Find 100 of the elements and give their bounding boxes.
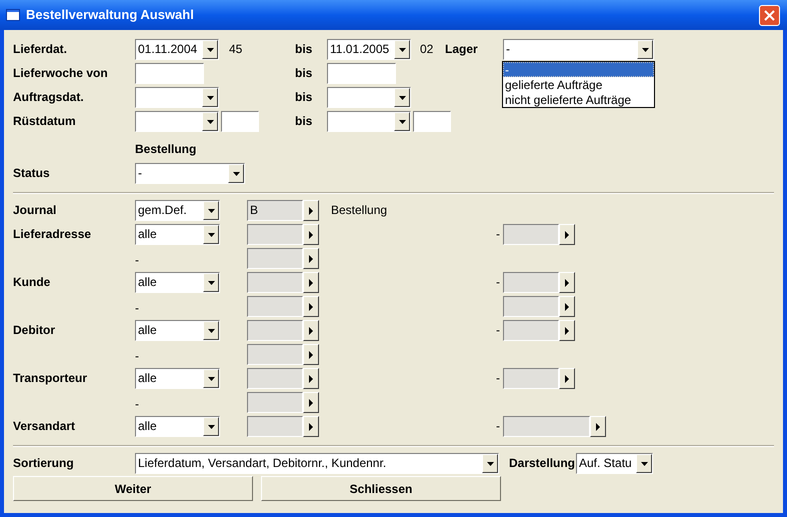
lookup-field[interactable] <box>503 320 559 341</box>
lookup-field[interactable] <box>247 392 303 413</box>
lookup-field[interactable] <box>247 296 303 317</box>
lookup-field[interactable] <box>247 224 303 245</box>
input-field[interactable] <box>327 63 396 84</box>
filter-dropdown[interactable]: alle <box>135 368 220 389</box>
lookup-button[interactable] <box>303 392 319 413</box>
dropdown-arrow-button[interactable] <box>203 321 219 340</box>
dropdown-option[interactable]: nicht gelieferte Aufträge <box>503 92 654 107</box>
lookup-field[interactable] <box>503 296 559 317</box>
lookup-field[interactable] <box>503 272 559 293</box>
date-dropdown[interactable] <box>327 87 411 108</box>
window-title: Bestellverwaltung Auswahl <box>26 6 194 24</box>
dropdown-option[interactable]: gelieferte Aufträge <box>503 77 654 92</box>
filter-dropdown[interactable]: gem.Def. <box>135 200 220 221</box>
lookup-field[interactable] <box>247 368 303 389</box>
warehouse-dropdown[interactable]: - <box>503 39 654 60</box>
lookup-button[interactable] <box>303 416 319 437</box>
caret-icon <box>309 302 313 310</box>
lookup-field[interactable] <box>247 344 303 365</box>
input-field[interactable] <box>135 63 204 84</box>
input-field[interactable] <box>221 111 259 132</box>
close-button[interactable] <box>759 4 780 26</box>
field-label: Rüstdatum <box>13 113 77 130</box>
lookup-field[interactable] <box>247 320 303 341</box>
dropdown-arrow-button[interactable] <box>202 88 218 107</box>
action-button[interactable]: Schliessen <box>261 476 501 501</box>
date-dropdown[interactable]: 11.01.2005 <box>327 39 411 60</box>
filter-dropdown[interactable]: alle <box>135 416 220 437</box>
lookup-button[interactable] <box>303 296 319 317</box>
range-dash: - <box>135 397 139 411</box>
lookup-button[interactable] <box>303 248 319 269</box>
dropdown-arrow-button[interactable] <box>637 40 653 59</box>
input-field[interactable] <box>413 111 451 132</box>
lookup-field[interactable] <box>247 248 303 269</box>
section-heading: Bestellung <box>135 141 196 158</box>
lookup-description: Bestellung <box>331 203 388 217</box>
filter-dropdown[interactable]: alle <box>135 224 220 245</box>
caret-icon <box>309 278 313 286</box>
lookup-button[interactable] <box>590 416 606 437</box>
lookup-button[interactable] <box>559 272 575 293</box>
date-dropdown[interactable]: 01.11.2004 <box>135 39 219 60</box>
field-label: Sortierung <box>13 455 75 472</box>
dropdown-arrow-button[interactable] <box>203 273 219 292</box>
field-label: Lieferwoche von <box>13 65 109 82</box>
date-dropdown[interactable] <box>135 111 219 132</box>
filter-dropdown[interactable]: alle <box>135 272 220 293</box>
caret-icon <box>208 208 214 212</box>
lookup-field[interactable] <box>247 272 303 293</box>
dropdown-arrow-button[interactable] <box>482 454 498 473</box>
date-dropdown[interactable] <box>327 111 411 132</box>
dropdown-arrow-button[interactable] <box>203 225 219 244</box>
dropdown-arrow-button[interactable] <box>394 40 410 59</box>
caret-icon <box>565 278 569 286</box>
dropdown-arrow-button[interactable] <box>228 164 244 183</box>
lookup-button[interactable] <box>559 368 575 389</box>
lookup-button[interactable] <box>559 320 575 341</box>
lookup-field[interactable] <box>503 224 559 245</box>
lookup-button[interactable] <box>303 320 319 341</box>
lookup-field[interactable] <box>503 368 559 389</box>
dropdown-arrow-button[interactable] <box>203 369 219 388</box>
dropdown-arrow-button[interactable] <box>394 112 410 131</box>
dropdown-option[interactable]: - <box>503 62 654 77</box>
date-dropdown[interactable] <box>135 87 219 108</box>
lookup-button[interactable] <box>559 296 575 317</box>
filter-dropdown[interactable]: alle <box>135 320 220 341</box>
dropdown-arrow-button[interactable] <box>202 112 218 131</box>
caret-icon <box>565 230 569 238</box>
lookup-field[interactable]: B <box>247 200 303 221</box>
dropdown-arrow-button[interactable] <box>202 40 218 59</box>
lookup-field[interactable] <box>247 416 303 437</box>
dropdown-arrow-button[interactable] <box>636 454 652 473</box>
caret-icon <box>486 462 494 466</box>
range-dash: - <box>135 349 139 363</box>
lookup-button[interactable] <box>303 224 319 245</box>
action-button[interactable]: Weiter <box>13 476 253 501</box>
caret-icon <box>309 206 313 214</box>
field-label: Transporteur <box>13 370 88 387</box>
caret-icon <box>309 422 313 430</box>
caret-icon <box>208 328 214 332</box>
dropdown-arrow-button[interactable] <box>394 88 410 107</box>
caret-icon <box>398 48 406 52</box>
lookup-field[interactable] <box>503 416 590 437</box>
lookup-button[interactable] <box>303 368 319 389</box>
lookup-button[interactable] <box>303 344 319 365</box>
field-label: bis <box>295 113 314 130</box>
caret-icon <box>596 422 600 430</box>
lookup-button[interactable] <box>303 272 319 293</box>
caret-icon <box>206 120 214 124</box>
field-label: bis <box>295 41 314 58</box>
field-label: Journal <box>13 202 58 219</box>
sort-dropdown[interactable]: Lieferdatum, Versandart, Debitornr., Kundennr. <box>135 453 499 474</box>
dropdown-arrow-button[interactable] <box>203 417 219 436</box>
display-dropdown[interactable]: Auf. Statu <box>576 453 653 474</box>
status-dropdown[interactable]: - <box>135 163 245 184</box>
dropdown-arrow-button[interactable] <box>203 201 219 220</box>
lookup-button[interactable] <box>559 224 575 245</box>
window-icon <box>6 9 20 21</box>
range-dash: - <box>135 301 139 315</box>
lookup-button[interactable] <box>303 200 319 221</box>
